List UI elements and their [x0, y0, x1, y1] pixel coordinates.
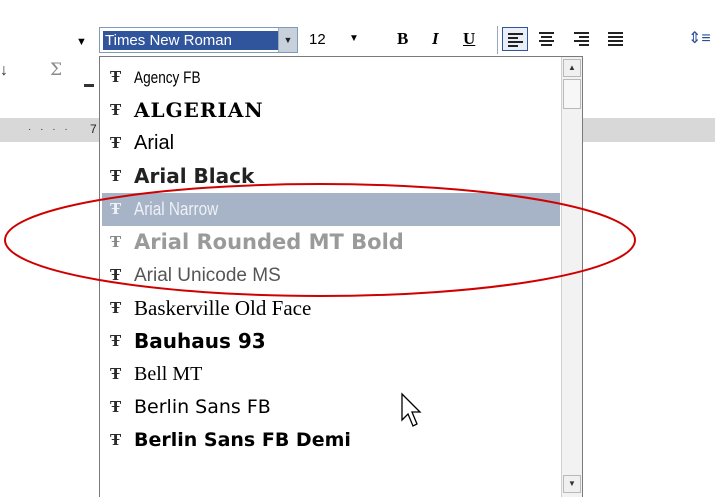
align-center-button[interactable] — [534, 27, 560, 51]
font-item-label: Baskerville Old Face — [134, 296, 312, 320]
italic-button[interactable]: I — [432, 28, 439, 50]
font-item-label: Bauhaus 93 — [134, 329, 266, 353]
font-item-arial-narrow[interactable]: Ŧ Arial Narrow — [102, 193, 560, 226]
mouse-pointer-icon — [401, 392, 422, 427]
formatting-toolbar: ▼ Times New Roman ▼ 12 ▼ B I U ⇕≡ — [0, 0, 715, 56]
font-name-value[interactable]: Times New Roman — [103, 31, 281, 50]
ruler-tick-marks: · · · · — [28, 124, 71, 135]
font-item-label: Arial Unicode MS — [134, 265, 281, 286]
font-item-label: Arial Black — [134, 164, 255, 188]
font-item-arial-unicode-ms[interactable]: Ŧ Arial Unicode MS — [102, 259, 560, 292]
truetype-font-icon: Ŧ — [110, 134, 122, 152]
scrollbar-thumb[interactable] — [563, 79, 581, 109]
font-item-bauhaus-93[interactable]: Ŧ Bauhaus 93 — [102, 325, 560, 358]
font-item-bell-mt[interactable]: Ŧ Bell MT — [102, 358, 560, 391]
font-list-scrollbar[interactable]: ▲ ▼ — [561, 57, 582, 497]
truetype-font-icon: Ŧ — [110, 101, 122, 119]
font-item-berlin-sans-fb-demi[interactable]: Ŧ Berlin Sans FB Demi — [102, 424, 560, 457]
truetype-font-icon: Ŧ — [110, 332, 122, 350]
font-dropdown-list[interactable]: Ŧ Agency FB Ŧ ALGERIAN Ŧ Arial Ŧ Arial B… — [99, 56, 583, 497]
align-right-icon — [574, 32, 589, 48]
ruler-number: 7 — [90, 122, 97, 136]
line-spacing-icon[interactable]: ⇕≡ — [688, 28, 711, 48]
font-item-arial[interactable]: Ŧ Arial — [102, 127, 560, 160]
font-size-value[interactable]: 12 — [309, 29, 326, 51]
font-item-baskerville-old-face[interactable]: Ŧ Baskerville Old Face — [102, 292, 560, 325]
underline-button[interactable]: U — [463, 28, 475, 50]
font-item-label: Berlin Sans FB Demi — [134, 429, 351, 451]
autosum-icon[interactable]: Σ — [50, 60, 62, 80]
toolbar-options-marker[interactable] — [84, 84, 94, 87]
truetype-font-icon: Ŧ — [110, 299, 122, 317]
scroll-up-arrow-icon[interactable]: ▲ — [563, 59, 581, 77]
align-left-button[interactable] — [502, 27, 528, 51]
font-item-label: Arial Rounded MT Bold — [134, 230, 404, 254]
align-center-icon — [539, 32, 554, 48]
font-item-label: Agency FB — [134, 68, 201, 87]
truetype-font-icon: Ŧ — [110, 167, 122, 185]
font-item-label: Bell MT — [134, 363, 203, 385]
font-item-arial-black[interactable]: Ŧ Arial Black — [102, 160, 560, 193]
truetype-font-icon: Ŧ — [110, 266, 122, 284]
font-size-dropdown-arrow-icon[interactable]: ▼ — [349, 33, 359, 44]
font-item-label: Berlin Sans FB — [134, 396, 271, 418]
truetype-font-icon: Ŧ — [110, 398, 122, 416]
truetype-font-icon: Ŧ — [110, 365, 122, 383]
align-right-button[interactable] — [569, 27, 595, 51]
truetype-font-icon: Ŧ — [110, 431, 122, 449]
scroll-down-arrow-icon[interactable]: ▼ — [563, 475, 581, 493]
style-dropdown-arrow-icon[interactable]: ▼ — [76, 36, 87, 48]
sort-descending-icon[interactable]: ↓ — [0, 62, 8, 80]
justify-button[interactable] — [603, 27, 629, 51]
truetype-font-icon: Ŧ — [110, 68, 122, 86]
toolbar-separator — [497, 26, 498, 54]
align-left-icon — [508, 33, 523, 49]
truetype-font-icon: Ŧ — [110, 200, 122, 218]
font-name-dropdown-button[interactable]: ▼ — [278, 28, 297, 52]
bold-button[interactable]: B — [397, 28, 408, 50]
truetype-font-icon: Ŧ — [110, 233, 122, 251]
font-item-label: ALGERIAN — [134, 98, 264, 122]
font-name-combobox[interactable]: Times New Roman ▼ — [99, 27, 298, 53]
font-item-label: Arial — [134, 132, 175, 154]
font-item-label: Arial Narrow — [134, 199, 219, 219]
font-item-algerian[interactable]: Ŧ ALGERIAN — [102, 94, 560, 127]
justify-icon — [608, 32, 623, 48]
font-item-agency-fb[interactable]: Ŧ Agency FB — [102, 61, 560, 94]
font-item-arial-rounded-mt-bold[interactable]: Ŧ Arial Rounded MT Bold — [102, 226, 560, 259]
font-item-berlin-sans-fb[interactable]: Ŧ Berlin Sans FB — [102, 391, 560, 424]
